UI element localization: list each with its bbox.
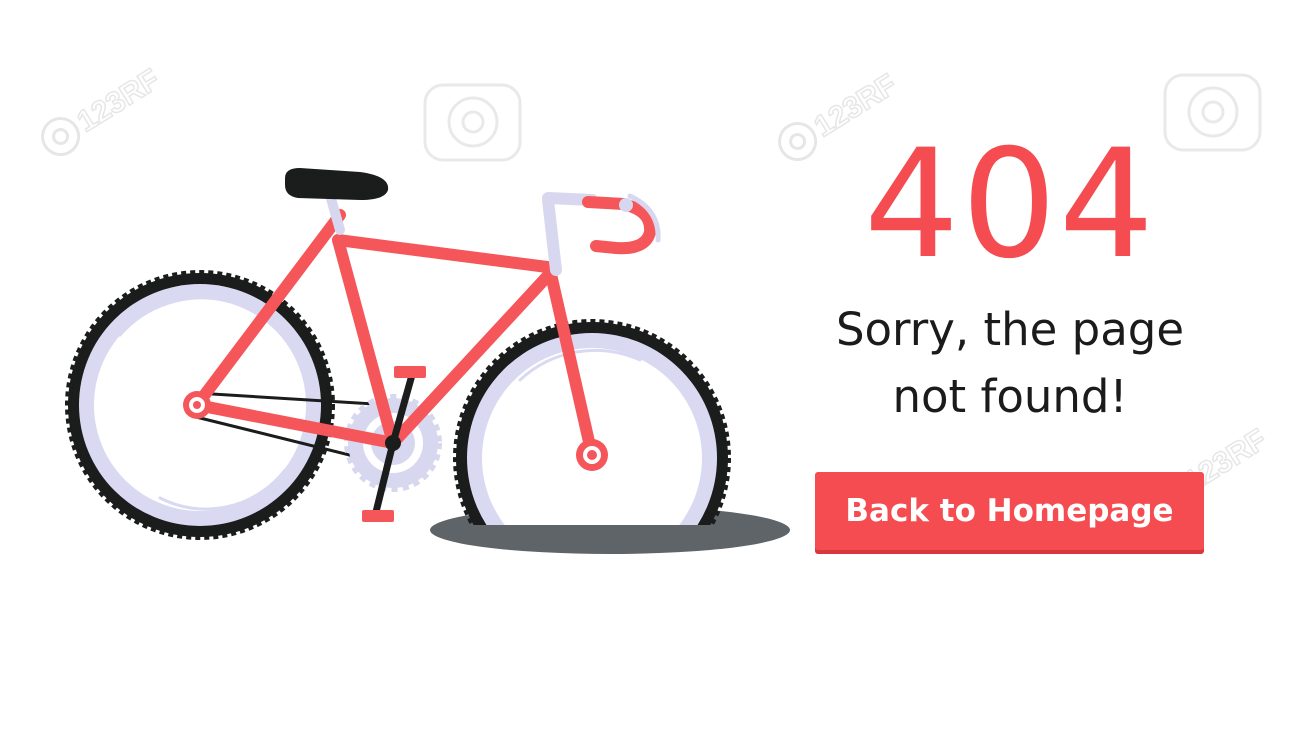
- error-message: Sorry, the page not found!: [835, 303, 1185, 423]
- handlebar: [542, 192, 661, 276]
- broken-bicycle-illustration: [65, 168, 790, 554]
- error-panel: 404 Sorry, the page not found! Back to H…: [800, 118, 1220, 550]
- saddle: [285, 168, 389, 200]
- error-code: 404: [863, 118, 1157, 292]
- back-to-homepage-button[interactable]: Back to Homepage: [815, 472, 1204, 550]
- watermark: [1160, 60, 1300, 152]
